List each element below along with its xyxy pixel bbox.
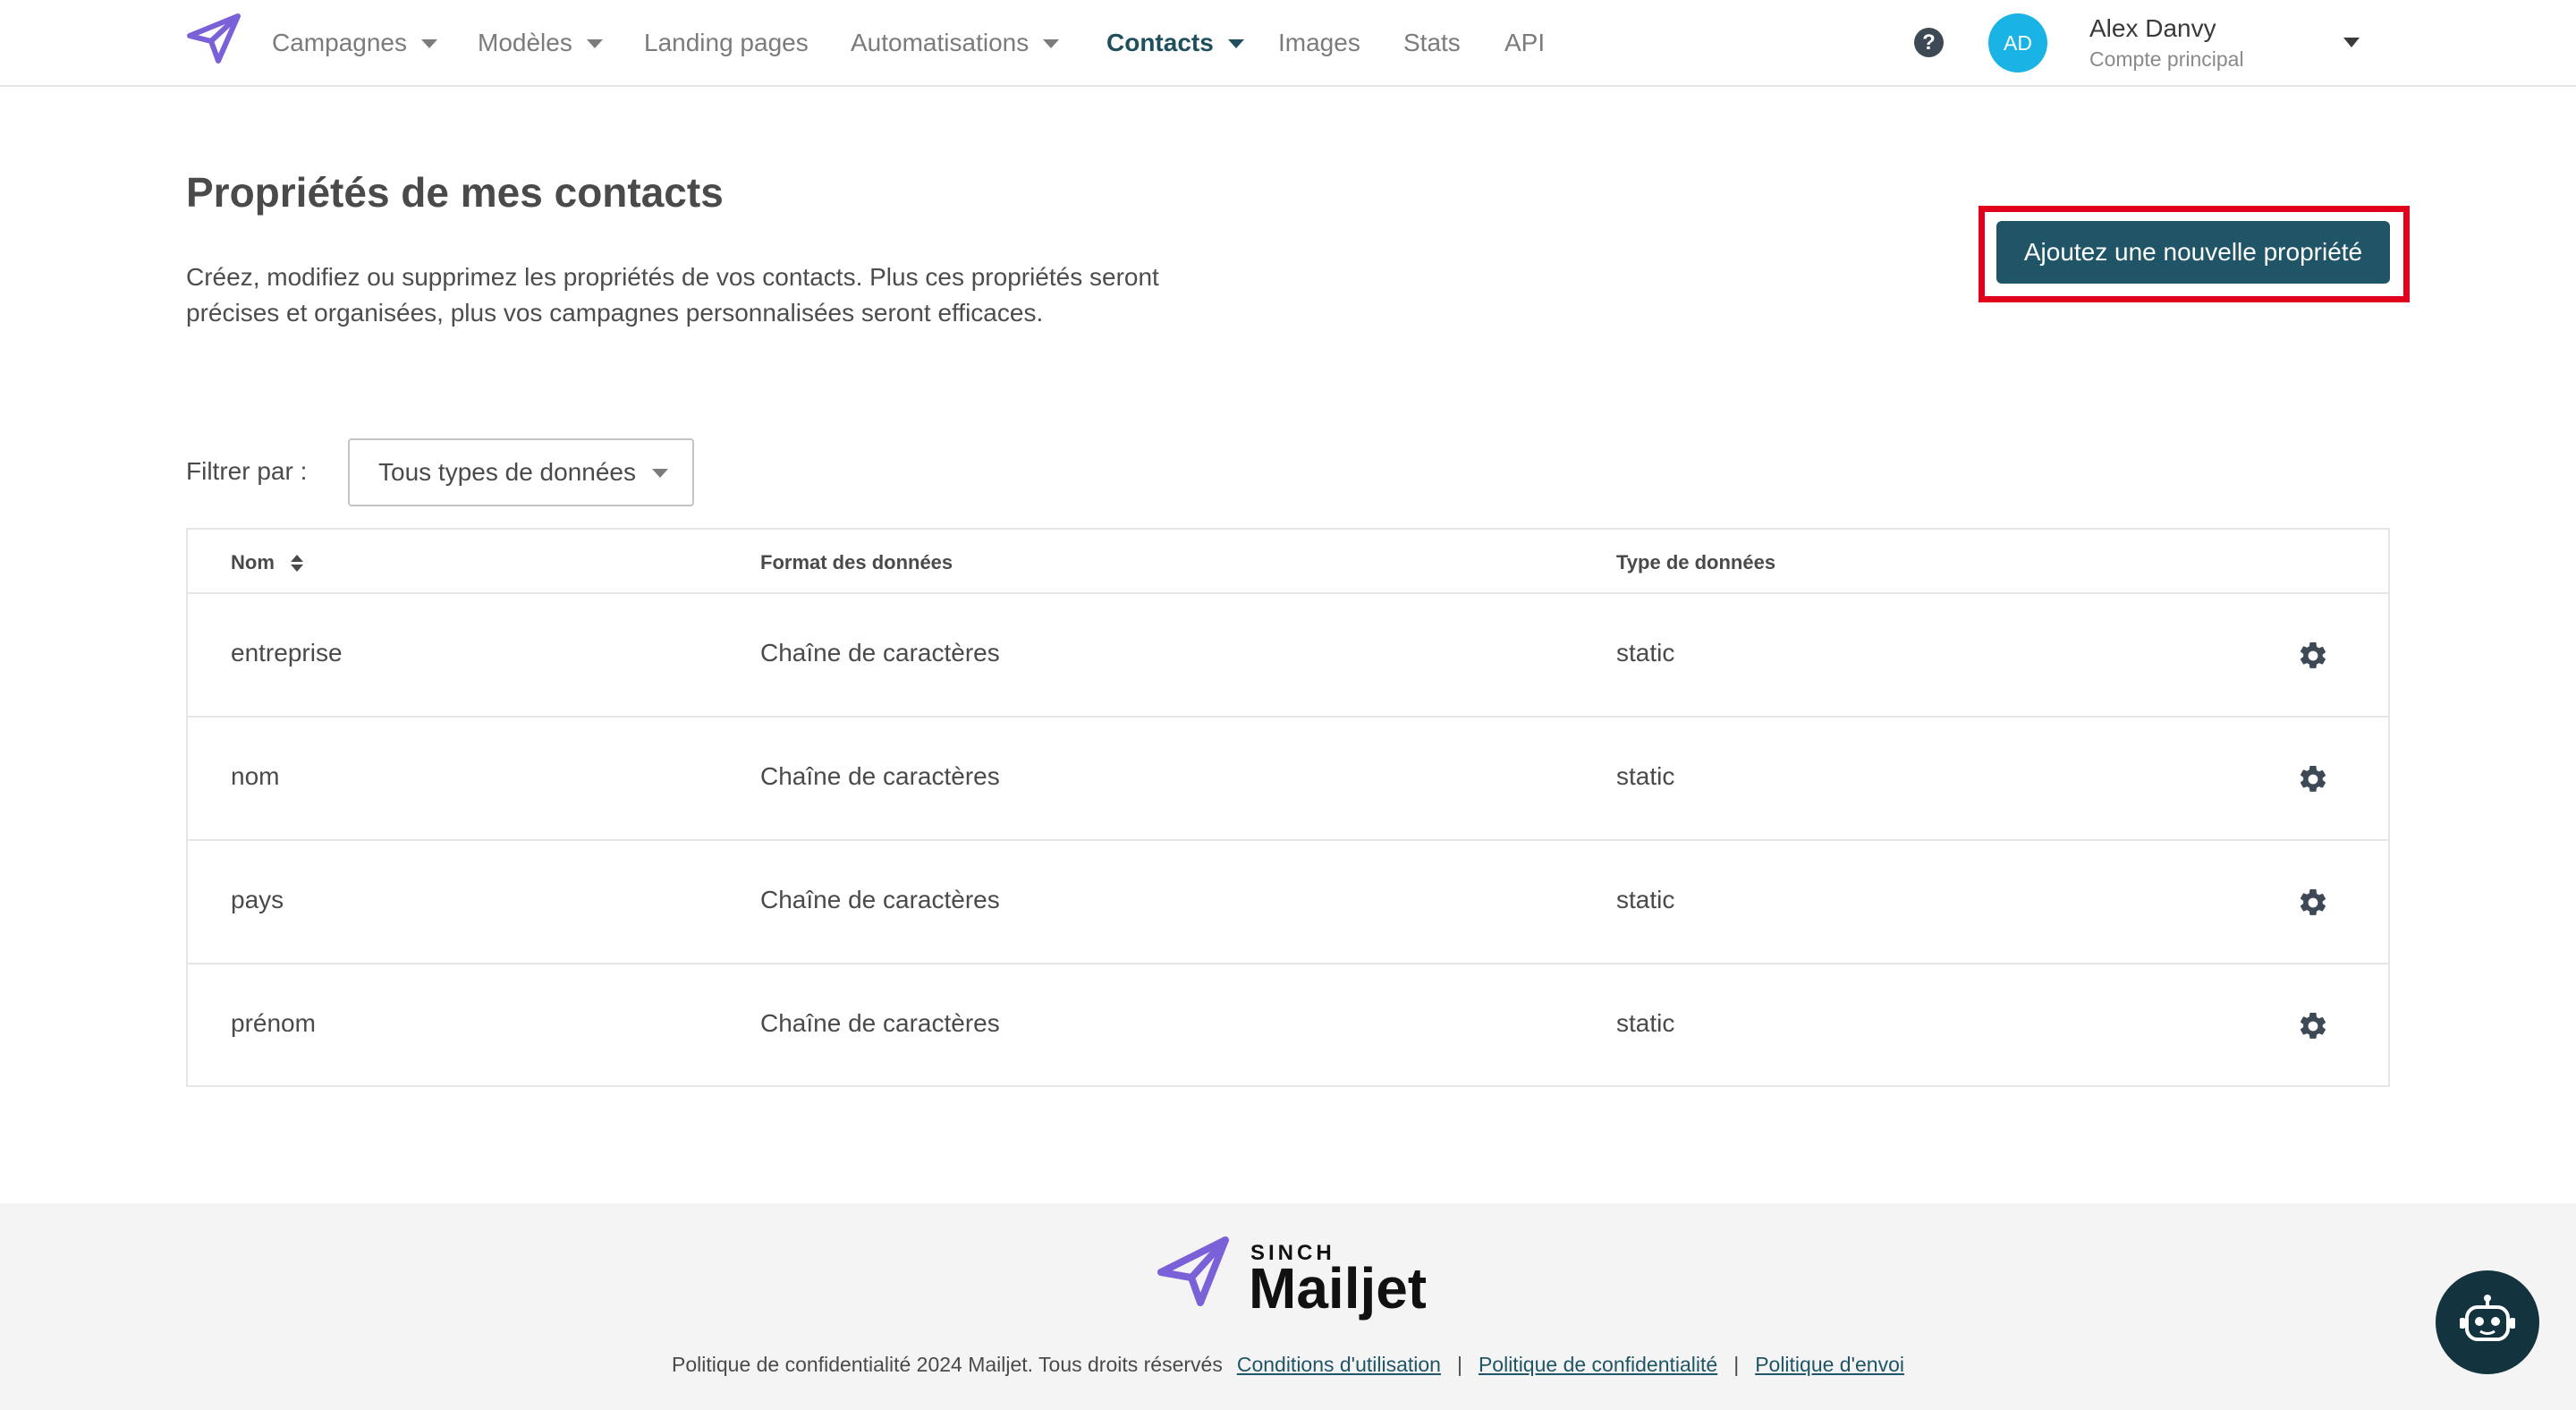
robot-icon (2460, 1295, 2515, 1341)
properties-table: Nom Format des données Type de données e… (186, 528, 2390, 1087)
nav-campagnes[interactable]: Campagnes (272, 0, 437, 85)
nav-images[interactable]: Images (1278, 0, 1360, 85)
table-row: nom Chaîne de caractères static (188, 718, 2388, 841)
account-label: Compte principal (2089, 47, 2244, 71)
filter-label: Filtrer par : (186, 457, 308, 485)
nav-api[interactable]: API (1504, 0, 1545, 85)
separator: | (1456, 1353, 1462, 1376)
sending-policy-link[interactable]: Politique d'envoi (1755, 1353, 1904, 1377)
property-name: entreprise (231, 639, 343, 667)
nav-contacts[interactable]: Contacts (1106, 0, 1244, 85)
nav-stats[interactable]: Stats (1403, 0, 1461, 85)
logo-mailjet-text: Mailjet (1249, 1256, 1426, 1321)
data-type-filter-select[interactable]: Tous types de données (348, 438, 694, 506)
property-format: Chaîne de caractères (760, 886, 1000, 913)
chatbot-icon[interactable] (2436, 1270, 2539, 1374)
nav-automatisations-label: Automatisations (851, 28, 1030, 56)
mailjet-logo: SINCH Mailjet (1157, 1236, 1426, 1321)
property-name: prénom (231, 1009, 316, 1037)
chevron-down-icon (1043, 38, 1060, 48)
chevron-down-icon (586, 38, 603, 48)
property-format: Chaîne de caractères (760, 762, 1000, 790)
nav-modeles[interactable]: Modèles (478, 0, 603, 85)
help-icon[interactable]: ? (1914, 28, 1944, 57)
page-description: Créez, modifiez ou supprimez les proprié… (186, 263, 1159, 327)
table-header: Nom Format des données Type de données (188, 530, 2388, 594)
chevron-down-icon (1227, 38, 1244, 48)
gear-icon[interactable] (2297, 1010, 2329, 1042)
top-navigation: Campagnes Modèles Landing pages Automati… (0, 0, 2576, 87)
filter-selected-value: Tous types de données (378, 458, 636, 486)
user-name[interactable]: Alex Danvy (2089, 14, 2216, 43)
nav-api-label: API (1504, 28, 1546, 56)
column-header-type: Type de données (1616, 551, 1776, 573)
property-name: pays (231, 886, 284, 913)
gear-icon[interactable] (2297, 763, 2329, 795)
page-title: Propriétés de mes contacts (186, 169, 724, 216)
nav-stats-label: Stats (1403, 28, 1461, 56)
nav-modeles-label: Modèles (478, 28, 572, 56)
copyright-text: Politique de confidentialité 2024 Mailje… (672, 1353, 1223, 1376)
gear-icon[interactable] (2297, 640, 2329, 672)
chevron-down-icon[interactable] (2343, 38, 2360, 47)
chevron-down-icon (420, 38, 437, 48)
nav-landing-pages[interactable]: Landing pages (644, 0, 809, 85)
property-type: static (1616, 762, 1675, 790)
avatar[interactable]: AD (1988, 13, 2047, 72)
add-property-button[interactable]: Ajoutez une nouvelle propriété (1996, 221, 2390, 284)
sort-icon[interactable] (290, 554, 303, 572)
nav-images-label: Images (1278, 28, 1360, 56)
column-header-nom[interactable]: Nom (231, 551, 303, 574)
property-type: static (1616, 886, 1675, 913)
nav-campagnes-label: Campagnes (272, 28, 407, 56)
property-type: static (1616, 1009, 1675, 1037)
mailjet-plane-icon[interactable] (186, 13, 242, 64)
table-row: prénom Chaîne de caractères static (188, 964, 2388, 1088)
column-header-format: Format des données (760, 551, 953, 573)
property-name: nom (231, 762, 280, 790)
nav-landing-pages-label: Landing pages (644, 28, 809, 56)
table-row: pays Chaîne de caractères static (188, 841, 2388, 964)
nav-automatisations[interactable]: Automatisations (851, 0, 1060, 85)
separator: | (1733, 1353, 1740, 1376)
column-header-nom-label: Nom (231, 551, 275, 573)
property-format: Chaîne de caractères (760, 639, 1000, 667)
footer-links: Politique de confidentialité 2024 Mailje… (0, 1353, 2576, 1377)
table-row: entreprise Chaîne de caractères static (188, 594, 2388, 718)
privacy-link[interactable]: Politique de confidentialité (1479, 1353, 1717, 1377)
property-format: Chaîne de caractères (760, 1009, 1000, 1037)
nav-contacts-label: Contacts (1106, 28, 1214, 56)
terms-link[interactable]: Conditions d'utilisation (1237, 1353, 1441, 1377)
gear-icon[interactable] (2297, 887, 2329, 919)
footer: SINCH Mailjet Politique de confidentiali… (0, 1203, 2576, 1410)
property-type: static (1616, 639, 1675, 667)
chevron-down-icon (651, 469, 668, 478)
